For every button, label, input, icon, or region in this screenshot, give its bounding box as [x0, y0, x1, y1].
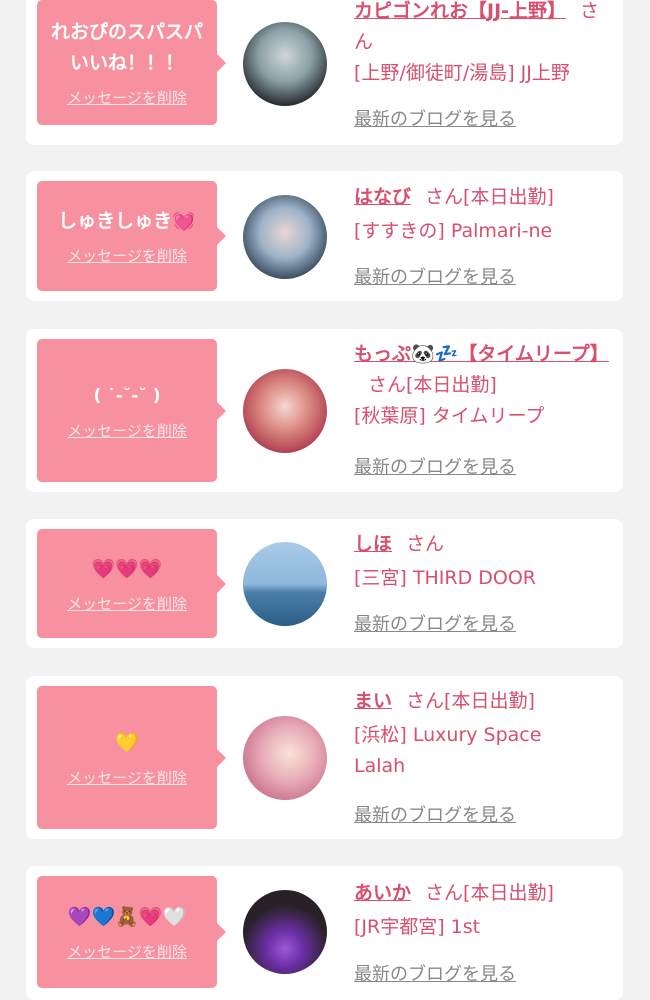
latest-blog-link[interactable]: 最新のブログを見る [354, 960, 516, 986]
profile-name-link[interactable]: もっぷ🐼💤【タイムリープ】 [354, 343, 609, 365]
message-text: 💛 [115, 731, 139, 754]
status-badge: [本日出勤] [444, 690, 535, 712]
latest-blog-link[interactable]: 最新のブログを見る [354, 610, 516, 636]
message-card: れおぴのスパスパいいね！！！ メッセージを削除 カピゴンれお【JJ-上野】 さん … [26, 0, 623, 145]
latest-blog-link[interactable]: 最新のブログを見る [354, 263, 516, 289]
message-card: 💗💗💗 メッセージを削除 しほ さん [三宮] THIRD DOOR 最新のブログ… [26, 519, 623, 648]
shop-text: [三宮] THIRD DOOR [354, 567, 536, 589]
latest-blog-link[interactable]: 最新のブログを見る [354, 801, 516, 827]
latest-blog-link[interactable]: 最新のブログを見る [354, 105, 516, 131]
message-bubble: 💜💙🧸💗🤍 メッセージを削除 [37, 876, 226, 988]
profile-name-link[interactable]: あいか [354, 882, 411, 904]
profile-name-link[interactable]: まい [354, 690, 392, 712]
message-bubble: しゅきしゅき💓 メッセージを削除 [37, 181, 226, 291]
message-card: しゅきしゅき💓 メッセージを削除 はなび さん[本日出勤] [すすきの] Palm… [26, 171, 623, 301]
honorific: さん [425, 186, 464, 208]
avatar[interactable] [243, 22, 327, 106]
message-text: れおぴのスパスパいいね！！！ [50, 21, 203, 74]
honorific: さん [406, 533, 445, 555]
avatar[interactable] [243, 195, 327, 279]
message-card: 💛 メッセージを削除 まい さん[本日出勤] [浜松] Luxury Space … [26, 676, 623, 839]
profile-info: まい さん[本日出勤] [浜松] Luxury Space Lalah [354, 686, 616, 782]
message-text: 💜💙🧸💗🤍 [67, 906, 187, 928]
status-badge: [本日出勤] [463, 186, 554, 208]
profile-name-link[interactable]: カピゴンれお【JJ-上野】 [354, 0, 566, 22]
delete-message-button[interactable]: メッセージを削除 [67, 593, 187, 614]
delete-message-button[interactable]: メッセージを削除 [67, 941, 187, 962]
avatar[interactable] [243, 369, 327, 453]
honorific: さん [425, 882, 464, 904]
message-bubble: 💛 メッセージを削除 [37, 686, 226, 829]
profile-name-link[interactable]: はなび [354, 186, 411, 208]
message-card: 💜💙🧸💗🤍 メッセージを削除 あいか さん[本日出勤] [JR宇都宮] 1st 最… [26, 866, 623, 1000]
profile-info: しほ さん [三宮] THIRD DOOR [354, 529, 616, 594]
profile-info: カピゴンれお【JJ-上野】 さん [上野/御徒町/湯島] JJ上野 [354, 0, 616, 89]
shop-text: [秋葉原] タイムリープ [354, 405, 545, 427]
status-badge: [本日出勤] [463, 882, 554, 904]
avatar[interactable] [243, 716, 327, 800]
profile-name-link[interactable]: しほ [354, 533, 392, 555]
profile-info: もっぷ🐼💤【タイムリープ】さん[本日出勤] [秋葉原] タイムリープ [354, 339, 616, 432]
message-text: 💗💗💗 [91, 557, 163, 580]
honorific: さん [368, 374, 407, 396]
avatar[interactable] [243, 890, 327, 974]
message-bubble: れおぴのスパスパいいね！！！ メッセージを削除 [37, 0, 226, 125]
message-text: しゅきしゅき💓 [58, 210, 196, 232]
avatar[interactable] [243, 542, 327, 626]
shop-text: [JR宇都宮] 1st [354, 916, 481, 938]
status-badge: [本日出勤] [406, 374, 497, 396]
latest-blog-link[interactable]: 最新のブログを見る [354, 453, 516, 479]
message-bubble: 💗💗💗 メッセージを削除 [37, 529, 226, 638]
shop-text: [すすきの] Palmari-ne [354, 220, 553, 242]
message-bubble: ( ˙-˘-˘ ) メッセージを削除 [37, 339, 226, 482]
profile-info: はなび さん[本日出勤] [すすきの] Palmari-ne [354, 182, 616, 247]
message-text: ( ˙-˘-˘ ) [93, 385, 161, 406]
delete-message-button[interactable]: メッセージを削除 [67, 245, 187, 266]
shop-text: [上野/御徒町/湯島] JJ上野 [354, 62, 570, 84]
delete-message-button[interactable]: メッセージを削除 [67, 87, 187, 108]
message-card: ( ˙-˘-˘ ) メッセージを削除 もっぷ🐼💤【タイムリープ】さん[本日出勤]… [26, 329, 623, 492]
delete-message-button[interactable]: メッセージを削除 [67, 767, 187, 788]
honorific: さん [406, 690, 445, 712]
shop-text: [浜松] Luxury Space Lalah [354, 724, 542, 777]
delete-message-button[interactable]: メッセージを削除 [67, 420, 187, 441]
profile-info: あいか さん[本日出勤] [JR宇都宮] 1st [354, 878, 616, 943]
